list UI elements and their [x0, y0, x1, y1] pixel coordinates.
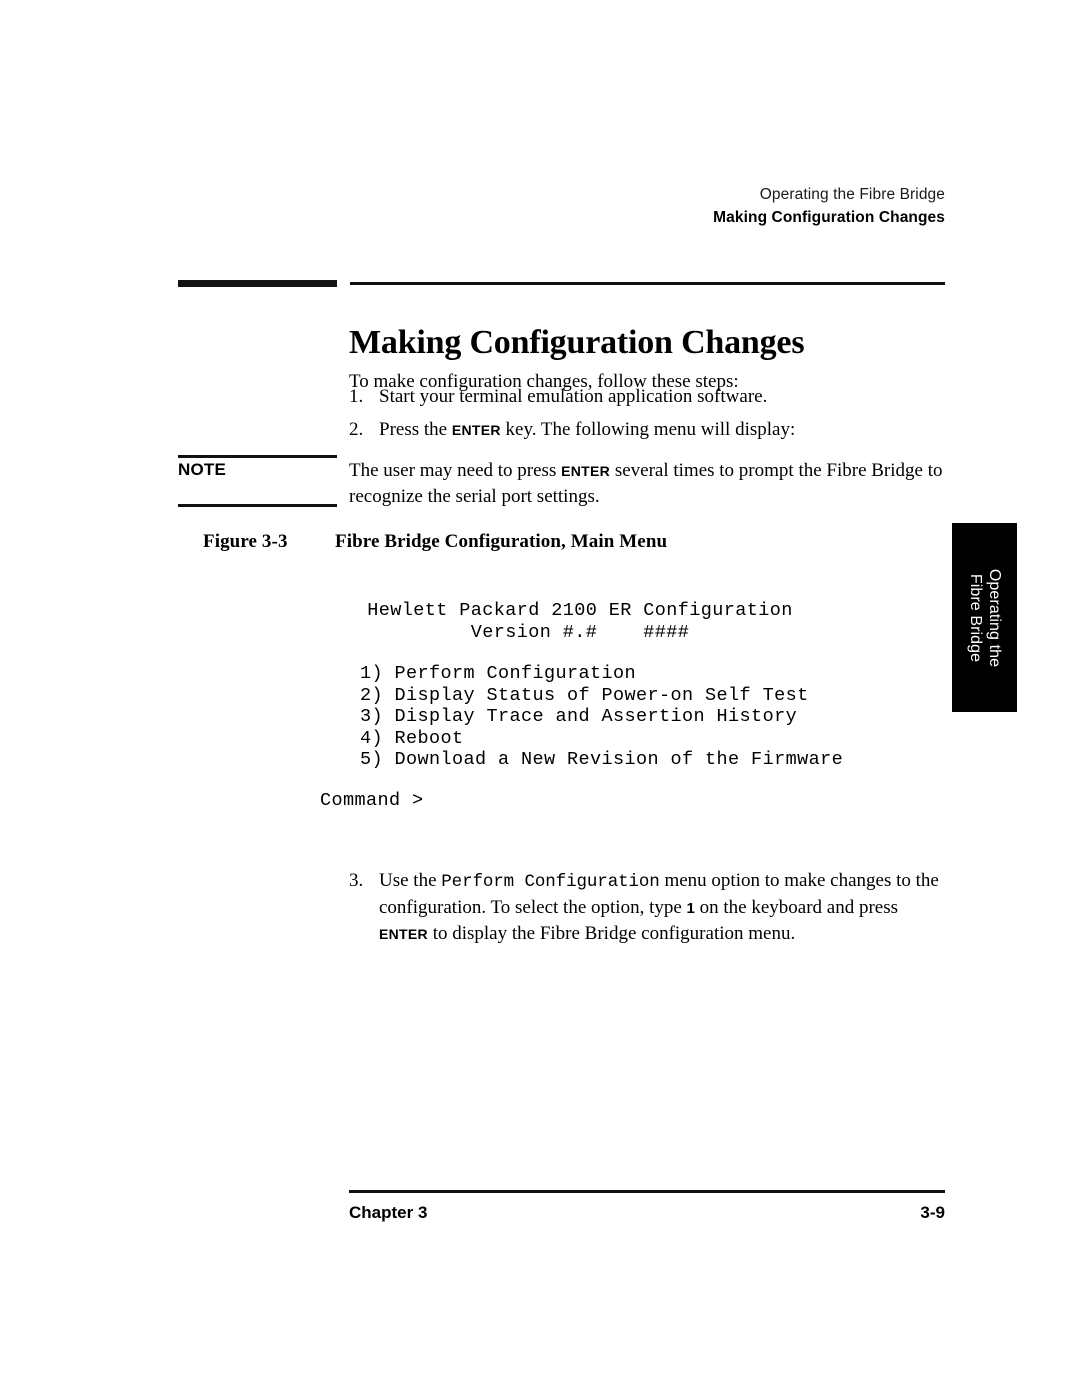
section-rule-thin — [350, 282, 945, 285]
step-number: 3. — [349, 870, 364, 891]
running-header: Operating the Fibre Bridge Making Config… — [345, 185, 945, 229]
step-text-part-1: Use the — [379, 870, 442, 891]
document-page: Operating the Fibre Bridge Making Config… — [0, 0, 1080, 1397]
step-text-prefix: Press the — [379, 419, 452, 440]
terminal-banner-line-1: Hewlett Packard 2100 ER Configuration — [367, 600, 793, 621]
note-body: The user may need to press ENTER several… — [349, 458, 949, 509]
chapter-thumb-tab-text: Operating the Fibre Bridge — [966, 568, 1004, 666]
page-title: Making Configuration Changes — [349, 323, 805, 361]
step-text-part-4: to display the Fibre Bridge configuratio… — [427, 923, 796, 944]
note-body-prefix: The user may need to press — [349, 460, 562, 481]
list-item-step-2: 2. Press the ENTER key. The following me… — [349, 417, 949, 443]
footer-chapter: Chapter 3 — [349, 1203, 428, 1222]
note-label: NOTE — [178, 460, 227, 479]
header-chapter-title: Operating the Fibre Bridge — [759, 186, 945, 203]
list-item-step-1: 1. Start your terminal emulation applica… — [349, 384, 949, 409]
header-section-title: Making Configuration Changes — [713, 209, 945, 226]
chapter-thumb-tab: Operating the Fibre Bridge — [952, 523, 1017, 712]
step-text: Press the ENTER key. The following menu … — [379, 417, 949, 443]
menu-option-name: Perform Configuration — [441, 872, 660, 892]
key-one: 1 — [686, 900, 695, 917]
footer-page-number: 3-9 — [920, 1203, 945, 1222]
key-enter: ENTER — [561, 463, 611, 479]
chapter-thumb-tab-line-2: Fibre Bridge — [966, 573, 984, 662]
step-number: 2. — [349, 419, 364, 440]
note-rule-bottom — [178, 504, 337, 507]
terminal-menu-options: 1) Perform Configuration 2) Display Stat… — [360, 663, 844, 770]
terminal-command-prompt: Command > — [320, 789, 424, 811]
section-rule-thick — [178, 280, 337, 287]
terminal-banner-line-2: Version #.# #### — [470, 621, 690, 643]
list-item-step-3: 3. Use the Perform Configuration menu op… — [349, 868, 949, 947]
figure-title: Fibre Bridge Configuration, Main Menu — [335, 531, 668, 552]
step-number: 1. — [349, 386, 364, 407]
chapter-thumb-tab-line-1: Operating the — [985, 568, 1003, 667]
note-rule-top — [178, 455, 337, 458]
step-text: Start your terminal emulation applicatio… — [379, 386, 768, 407]
step-text-part-3: on the keyboard and press — [694, 897, 899, 918]
footer-rule — [349, 1190, 945, 1193]
figure-label: Figure 3-3 — [203, 531, 288, 552]
step-text: Use the Perform Configuration menu optio… — [379, 868, 949, 947]
key-enter: ENTER — [451, 422, 501, 438]
step-text-suffix: key. The following menu will display: — [500, 419, 796, 440]
terminal-figure: Hewlett Packard 2100 ER Configuration Ver… — [320, 600, 843, 811]
key-enter: ENTER — [379, 926, 428, 942]
